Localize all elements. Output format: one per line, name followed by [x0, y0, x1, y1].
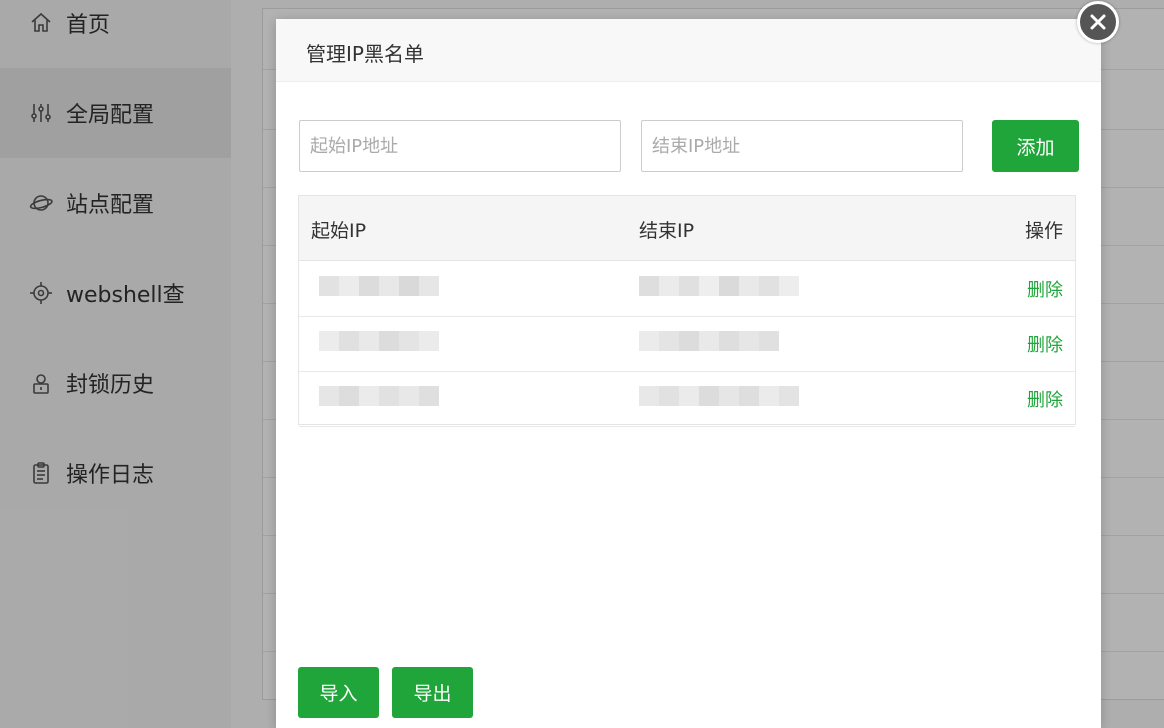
column-header-start-ip: 起始IP	[311, 220, 367, 242]
start-ip-cell	[319, 386, 439, 408]
table-header: 起始IP 结束IP 操作	[299, 196, 1075, 261]
ip-blacklist-dialog: 管理IP黑名单 添加 起始IP 结束IP 操作 删除 删除	[276, 19, 1101, 728]
table-row: 删除	[299, 316, 1075, 372]
column-header-end-ip: 结束IP	[639, 220, 695, 242]
delete-link[interactable]: 删除	[1027, 331, 1063, 357]
start-ip-cell	[319, 331, 439, 353]
close-dialog-button[interactable]	[1077, 1, 1119, 43]
dialog-title: 管理IP黑名单	[306, 42, 424, 66]
delete-link[interactable]: 删除	[1027, 276, 1063, 302]
export-button[interactable]: 导出	[392, 667, 473, 718]
end-ip-cell	[639, 276, 799, 298]
table-row: 删除	[299, 261, 1075, 317]
start-ip-cell	[319, 276, 439, 298]
table-row: 删除	[299, 371, 1075, 427]
end-ip-input[interactable]	[641, 120, 963, 172]
add-button[interactable]: 添加	[992, 120, 1079, 172]
start-ip-input[interactable]	[299, 120, 621, 172]
close-icon	[1090, 14, 1106, 30]
import-button[interactable]: 导入	[298, 667, 379, 718]
column-header-action: 操作	[1024, 220, 1063, 242]
ip-table: 起始IP 结束IP 操作 删除 删除 删除	[298, 195, 1076, 427]
delete-link[interactable]: 删除	[1027, 386, 1063, 412]
end-ip-cell	[639, 331, 779, 353]
end-ip-cell	[639, 386, 799, 408]
dialog-header: 管理IP黑名单	[276, 19, 1101, 82]
